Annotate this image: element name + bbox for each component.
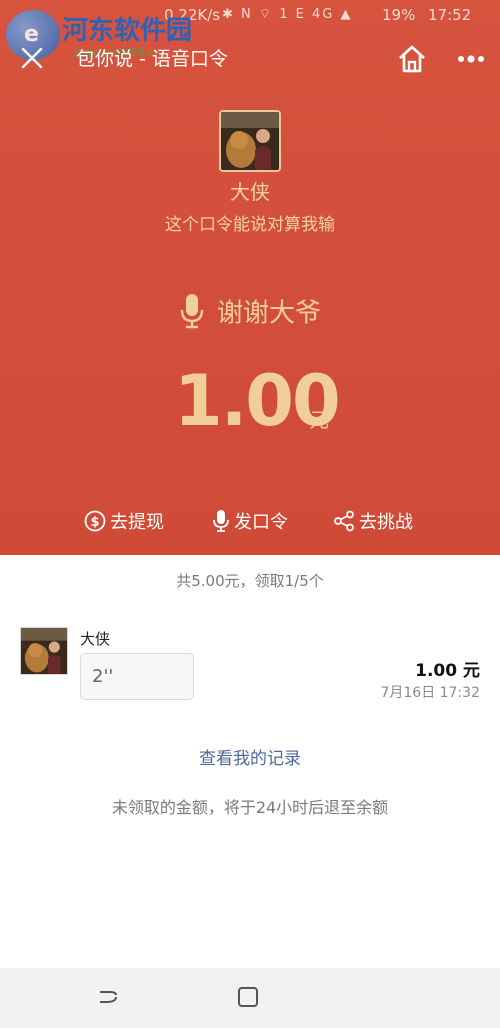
- mic-icon: [213, 510, 229, 532]
- battery-level: 19%: [382, 6, 416, 24]
- home-button[interactable]: [396, 44, 428, 74]
- home-square-icon: [238, 987, 258, 1007]
- voice-message-button[interactable]: 2'': [80, 653, 194, 700]
- system-nav-bar: [0, 968, 500, 1028]
- amount-unit: 元: [309, 408, 329, 432]
- red-packet-header: [0, 0, 500, 555]
- withdraw-label: 去提现: [110, 512, 164, 533]
- status-icons: ✱ N ⌔ 1 E 4G ▲: [222, 7, 353, 22]
- challenge-label: 去挑战: [359, 512, 413, 533]
- record-name: 大侠: [80, 630, 111, 648]
- recent-apps-icon: [100, 991, 117, 1003]
- watermark-text: 河东软件园: [62, 16, 193, 46]
- refund-note: 未领取的金额，将于24小时后退至余额: [111, 798, 389, 817]
- more-icon: [458, 55, 484, 63]
- clock: 17:52: [428, 6, 472, 24]
- home-nav-button[interactable]: [236, 985, 260, 1009]
- send-phrase-button[interactable]: 发口令: [212, 506, 288, 536]
- close-icon: [21, 47, 43, 69]
- challenge-button[interactable]: 去挑战: [333, 506, 413, 536]
- share-icon: [334, 510, 354, 532]
- svg-text:$: $: [90, 515, 99, 530]
- recent-apps-button[interactable]: [96, 986, 120, 1008]
- record-time: 7月16日 17:32: [380, 685, 480, 701]
- action-bar: $ 去提现 发口令 去挑战: [0, 506, 500, 536]
- sender-message: 这个口令能说对算我输: [165, 215, 335, 235]
- more-button[interactable]: [456, 50, 486, 68]
- record-amount: 1.00 元: [415, 661, 480, 681]
- microphone-icon: [180, 294, 204, 329]
- dollar-icon: $: [84, 510, 106, 532]
- sender-name: 大侠: [230, 180, 270, 204]
- packet-summary: 共5.00元，领取1/5个: [176, 572, 324, 590]
- home-icon: [399, 45, 425, 73]
- phrase-text: 谢谢大爷: [216, 298, 321, 329]
- send-phrase-label: 发口令: [234, 512, 288, 533]
- view-my-records-link[interactable]: 查看我的记录: [0, 744, 500, 769]
- record-row: 大侠 2'' 1.00 元 7月16日 17:32: [0, 620, 500, 710]
- record-avatar[interactable]: [20, 627, 68, 675]
- voice-phrase: 谢谢大爷: [0, 292, 500, 330]
- close-button[interactable]: [18, 44, 46, 72]
- sender-avatar[interactable]: [219, 110, 281, 172]
- page-title: 包你说 - 语音口令: [76, 48, 228, 70]
- withdraw-button[interactable]: $ 去提现: [84, 506, 164, 536]
